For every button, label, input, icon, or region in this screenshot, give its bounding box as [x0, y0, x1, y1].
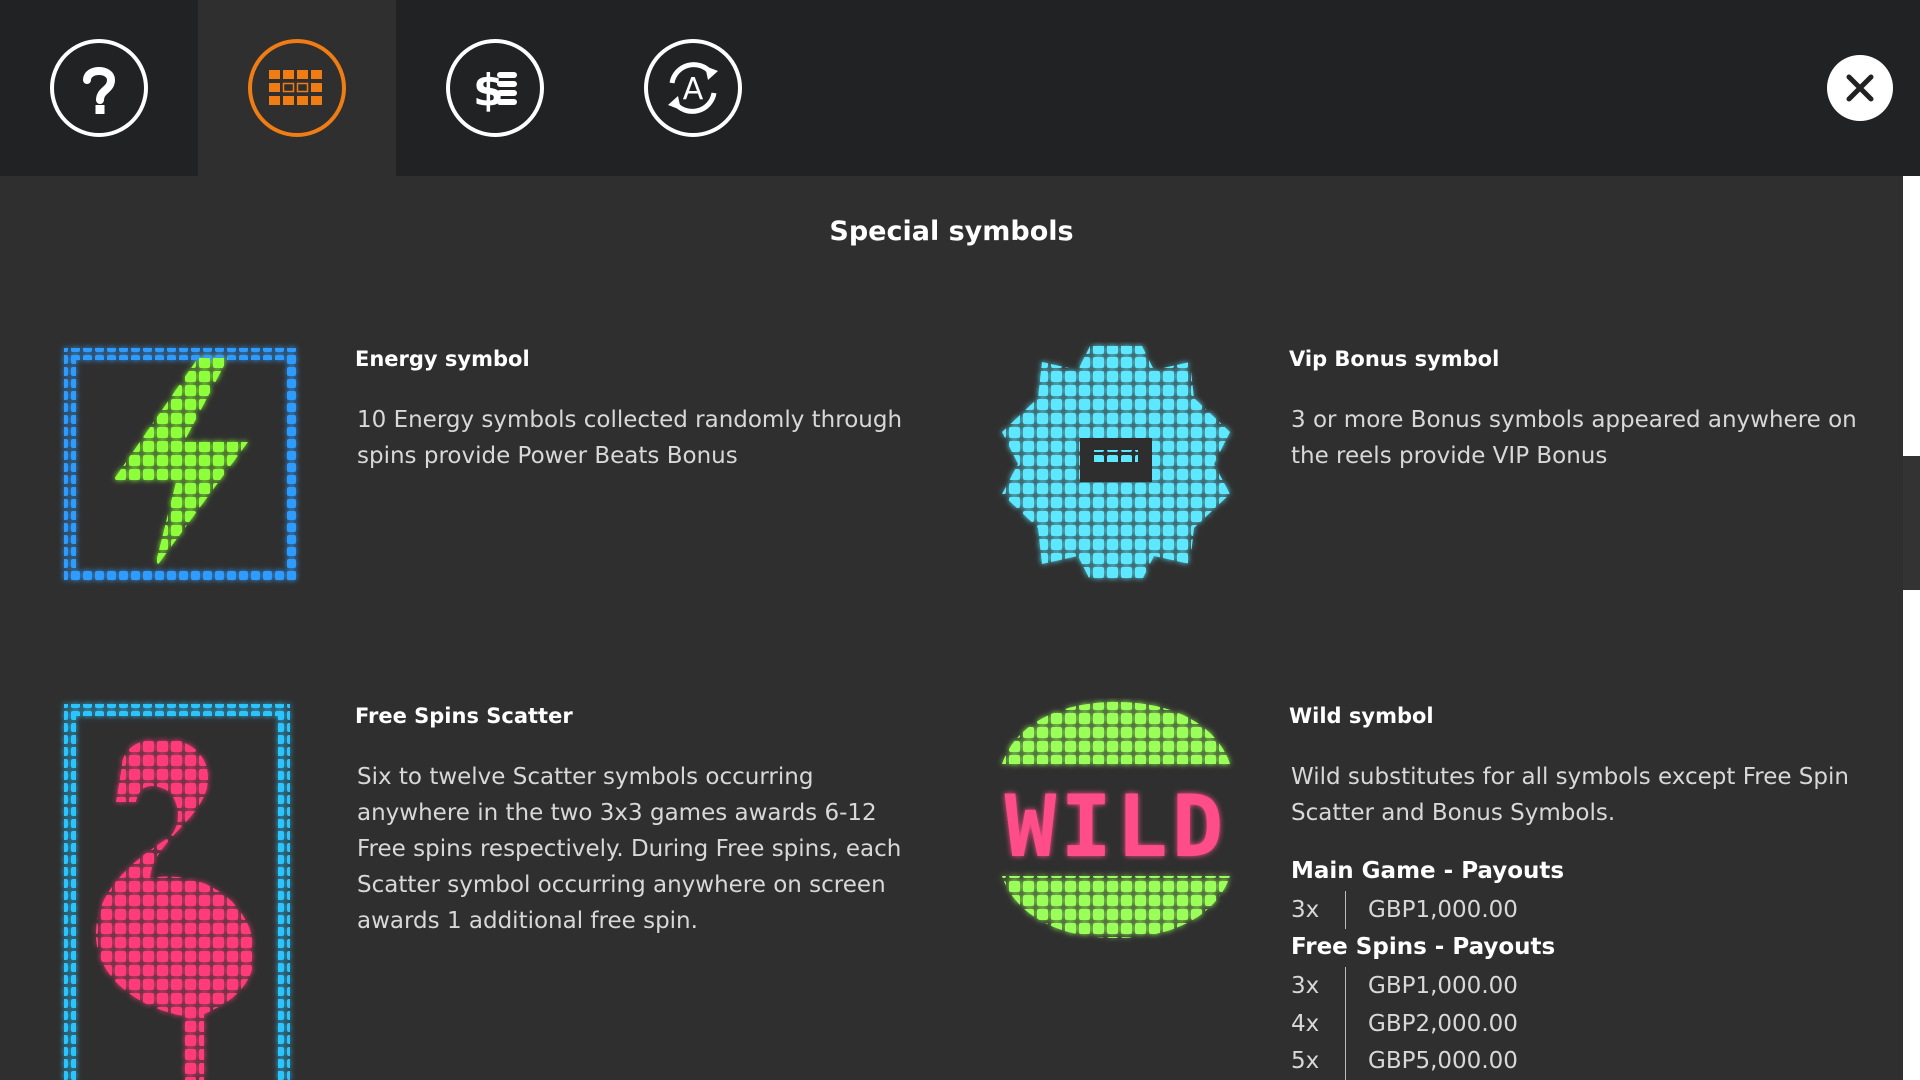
payout-value: GBP2,000.00 [1368, 1011, 1518, 1037]
payout-value: GBP5,000.00 [1368, 1048, 1518, 1074]
tab-help[interactable] [0, 0, 198, 176]
top-bar: $ A [0, 0, 1920, 176]
flamingo-icon [64, 704, 290, 1080]
close-button[interactable] [1827, 55, 1893, 121]
free-payout-row: 5x GBP5,000.00 [1291, 1042, 1518, 1080]
free-spins-payouts-title: Free Spins - Payouts [1291, 934, 1556, 960]
energy-symbol-title: Energy symbol [355, 347, 530, 371]
wild-icon: WILD [1002, 702, 1230, 938]
autoplay-tab-circle: A [644, 39, 742, 137]
vip-symbol-desc: 3 or more Bonus symbols appeared anywher… [1291, 407, 1857, 469]
payout-multiplier: 3x [1291, 973, 1320, 999]
scrollbar-track[interactable] [1903, 176, 1920, 1080]
tab-bet[interactable]: $ [396, 0, 594, 176]
main-payout-row: 3x GBP1,000.00 [1291, 891, 1518, 929]
free-payout-row: 4x GBP2,000.00 [1291, 1005, 1518, 1043]
page-title: Special symbols [829, 216, 1074, 247]
close-icon [1846, 74, 1874, 102]
main-game-payouts-title: Main Game - Payouts [1291, 858, 1565, 884]
help-tab-circle [50, 39, 148, 137]
payout-multiplier: 5x [1291, 1048, 1320, 1074]
scrollbar-thumb[interactable] [1903, 456, 1920, 590]
question-mark-icon [83, 67, 116, 114]
dollar-coins-icon: $ [473, 65, 517, 116]
tab-paytable[interactable] [198, 0, 396, 176]
payout-multiplier: 3x [1291, 897, 1320, 923]
svg-text:A: A [683, 72, 704, 107]
payout-divider [1345, 1005, 1346, 1043]
scatter-symbol-desc: Six to twelve Scatter symbols occurring … [357, 764, 902, 934]
payout-value: GBP1,000.00 [1368, 973, 1518, 999]
wild-symbol-title: Wild symbol [1289, 704, 1434, 728]
payout-divider [1345, 1042, 1346, 1080]
grid-icon [269, 70, 322, 105]
tab-autoplay[interactable]: A [594, 0, 792, 176]
payout-divider [1345, 891, 1346, 929]
scatter-symbol-title: Free Spins Scatter [355, 704, 573, 728]
paytable-tab-circle [248, 39, 346, 137]
vip-bonus-icon [1002, 346, 1230, 580]
energy-symbol-desc: 10 Energy symbols collected randomly thr… [357, 407, 903, 469]
autoplay-icon: A [668, 62, 718, 114]
payout-value: GBP1,000.00 [1368, 897, 1518, 923]
payout-divider [1345, 967, 1346, 1005]
payout-multiplier: 4x [1291, 1011, 1320, 1037]
free-payout-row: 3x GBP1,000.00 [1291, 967, 1518, 1005]
wild-icon-text: WILD [1004, 777, 1227, 877]
vip-symbol-title: Vip Bonus symbol [1289, 347, 1500, 371]
bet-tab-circle: $ [446, 39, 544, 137]
lightning-icon [64, 348, 296, 580]
wild-symbol-desc: Wild substitutes for all symbols except … [1291, 764, 1849, 826]
